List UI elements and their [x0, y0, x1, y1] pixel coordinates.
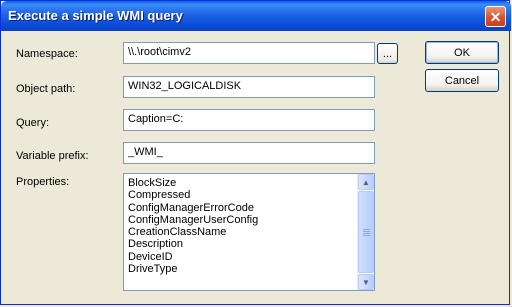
browse-namespace-button[interactable]: ... [377, 43, 398, 64]
chevron-up-icon: ▲ [362, 177, 370, 187]
close-icon: ✕ [489, 8, 502, 25]
cancel-button[interactable]: Cancel [425, 69, 499, 92]
ok-button[interactable]: OK [425, 41, 499, 64]
properties-label: Properties: [16, 176, 70, 188]
list-item[interactable]: BlockSize [128, 177, 356, 189]
chevron-down-icon: ▼ [362, 277, 370, 287]
namespace-label: Namespace: [16, 48, 78, 60]
grip-line [363, 231, 370, 232]
vertical-scrollbar[interactable]: ▲ ▼ [357, 174, 374, 290]
scroll-up-button[interactable]: ▲ [358, 174, 374, 190]
scroll-down-button[interactable]: ▼ [358, 274, 374, 290]
cancel-label: Cancel [444, 74, 480, 87]
object-path-input[interactable]: WIN32_LOGICALDISK [123, 76, 375, 98]
close-button[interactable]: ✕ [485, 6, 506, 27]
query-label: Query: [16, 117, 50, 129]
properties-listbox[interactable]: BlockSize Compressed ConfigManagerErrorC… [123, 173, 375, 291]
namespace-input[interactable]: \\.\root\cimv2 [123, 42, 375, 64]
list-item[interactable]: Compressed [128, 189, 356, 201]
list-item[interactable]: ConfigManagerErrorCode [128, 202, 356, 214]
query-input[interactable]: Caption=C: [123, 109, 375, 131]
dialog-window: Execute a simple WMI query ✕ Namespace: … [0, 0, 511, 305]
list-item[interactable]: DriveType [128, 263, 356, 275]
grip-line [363, 235, 370, 236]
grip-line [363, 233, 370, 234]
list-item[interactable]: CreationClassName [128, 226, 356, 238]
title-bar[interactable]: Execute a simple WMI query ✕ [1, 1, 511, 31]
object-path-label: Object path: [16, 83, 76, 95]
grip-line [363, 229, 370, 230]
variable-prefix-label: Variable prefix: [16, 150, 89, 162]
browse-label: ... [382, 47, 393, 60]
variable-prefix-input[interactable]: _WMI_ [123, 142, 375, 164]
scroll-thumb[interactable] [358, 191, 374, 273]
list-item[interactable]: DeviceID [128, 251, 356, 263]
list-item[interactable]: Description [128, 238, 356, 250]
ok-label: OK [454, 46, 470, 59]
list-item[interactable]: ConfigManagerUserConfig [128, 214, 356, 226]
properties-list: BlockSize Compressed ConfigManagerErrorC… [128, 177, 356, 275]
window-title: Execute a simple WMI query [8, 8, 183, 23]
